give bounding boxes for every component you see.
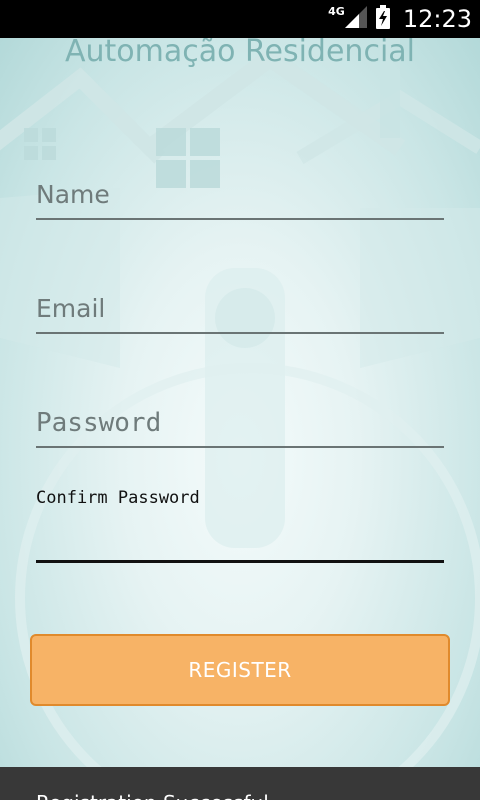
email-placeholder: Email xyxy=(36,294,106,323)
password-underline xyxy=(36,446,444,448)
email-field[interactable]: Email xyxy=(36,292,444,334)
password-field[interactable]: Password xyxy=(36,406,444,448)
toast-text: Registration Successful xyxy=(36,791,269,800)
confirm-password-field[interactable]: Confirm Password xyxy=(36,486,444,566)
signal-icon xyxy=(344,6,367,32)
confirm-password-label: Confirm Password xyxy=(36,488,200,508)
register-screen: Automação Residencial Name Email Passwor… xyxy=(0,38,480,800)
name-field[interactable]: Name xyxy=(36,178,444,220)
battery-charging-icon xyxy=(375,5,391,33)
email-underline xyxy=(36,332,444,334)
name-underline xyxy=(36,218,444,220)
toast-message: Registration Successful xyxy=(0,767,480,800)
network-type: 4G xyxy=(328,4,345,18)
confirm-password-underline xyxy=(36,560,444,563)
name-placeholder: Name xyxy=(36,180,110,209)
app-title: Automação Residencial xyxy=(64,38,415,69)
clock: 12:23 xyxy=(402,5,472,33)
register-button[interactable]: REGISTER xyxy=(30,634,450,706)
password-placeholder: Password xyxy=(36,408,162,438)
status-bar: 4G 12:23 xyxy=(0,0,480,38)
